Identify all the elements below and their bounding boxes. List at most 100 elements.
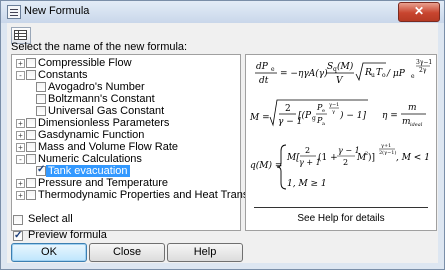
expand-icon[interactable]: + — [16, 143, 25, 152]
tree-item[interactable]: + Pressure and Temperature — [12, 177, 238, 189]
tree-item[interactable]: + Thermodynamic Properties and Heat Trans… — [12, 189, 261, 201]
tree-item[interactable]: Universal Gas Constant — [12, 105, 238, 117]
tree-item[interactable]: Avogadro's Number — [12, 81, 238, 93]
tree-item-checkbox[interactable] — [36, 82, 46, 92]
eq2-exp-den: γ — [332, 109, 335, 115]
tree-item[interactable]: - Constants — [12, 69, 238, 81]
tree-item-checkbox[interactable] — [26, 130, 36, 140]
tree-item-checkbox[interactable] — [26, 70, 36, 80]
expand-icon[interactable]: + — [16, 119, 25, 128]
eq2-paren-sub: g — [312, 115, 316, 122]
mach-number-equation: M = 2 γ − 1 [(P g P e P a γ−1 γ ) − 1] η… — [249, 99, 426, 128]
eq1-dp: dP — [256, 62, 269, 72]
help-button[interactable]: Help — [167, 243, 243, 262]
tree-item-label: Tank evacuation — [46, 165, 130, 177]
mass-flow-function-equation: q(M) = M[ 2 γ + 1 (1 + γ − 1 2 M 2 )] γ+… — [250, 143, 430, 190]
tree-item-checkbox[interactable] — [26, 142, 36, 152]
eq3-case1-b: (1 + — [318, 152, 338, 163]
eq1-exp-den: 2γ — [419, 67, 427, 74]
eq1-rhs: = −ηγA(γ) — [280, 68, 328, 79]
eq1-mu: / μP — [386, 69, 406, 79]
tree-item[interactable]: + Dimensionless Parameters — [12, 117, 238, 129]
tree-item-label: Avogadro's Number — [48, 81, 145, 93]
tree-item-label: Boltzmann's Constant — [48, 93, 155, 105]
tree-item[interactable]: Boltzmann's Constant — [12, 93, 238, 105]
eq2-eta-num: m — [408, 103, 417, 113]
window-title: New Formula — [24, 5, 90, 17]
grid-icon — [14, 30, 27, 40]
tree-item-label: Compressible Flow — [38, 57, 132, 69]
preview-formula-box[interactable] — [13, 229, 23, 242]
eq1-t-sub: o — [382, 72, 386, 79]
eq1-rt-sub: u — [371, 72, 375, 79]
eq3-case1-e: )] — [368, 152, 375, 163]
tree-item-label: Gasdynamic Function — [38, 129, 145, 141]
eq2-frac-den-sub: a — [322, 121, 325, 127]
tree-item[interactable]: + Compressible Flow — [12, 57, 238, 69]
tree-item[interactable]: + Mass and Volume Flow Rate — [12, 141, 238, 153]
tree-item-label: Dimensionless Parameters — [38, 117, 170, 129]
expand-icon[interactable]: + — [16, 59, 25, 68]
eq3-case1-cond: , M < 1 — [396, 153, 430, 163]
select-all-label: Select all — [28, 213, 73, 225]
title-bar: New Formula ✕ — [1, 1, 444, 23]
close-button[interactable]: Close — [89, 243, 165, 262]
tank-pressure-equation: dP e dt = −ηγA(γ) S q (M) V R u T o / μP — [255, 59, 432, 86]
new-formula-dialog: New Formula ✕ Select the name of the new… — [0, 0, 445, 270]
tree-item-checkbox[interactable] — [36, 106, 46, 116]
formula-preview-svg: dP e dt = −ηγA(γ) S q (M) V R u T o / μP — [249, 59, 432, 190]
tree-item-checkbox[interactable] — [26, 178, 36, 188]
eq2-lhs: M = — [249, 113, 270, 123]
eq1-m: (M) — [337, 61, 354, 72]
ok-button[interactable]: OK — [11, 243, 87, 262]
eq3-case1-num: 2 — [305, 146, 310, 155]
tree-item[interactable]: Tank evacuation — [12, 164, 238, 177]
tree-item[interactable]: + Gasdynamic Function — [12, 129, 238, 141]
tree-item-checkbox[interactable] — [36, 164, 46, 176]
eq2-exp-num: γ−1 — [329, 102, 339, 108]
tree-item-label: Pressure and Temperature — [38, 177, 169, 189]
eq2-frac-num-sub: e — [322, 108, 325, 114]
tree-item-label: Numeric Calculations — [38, 153, 142, 165]
formula-preview: dP e dt = −ηγA(γ) S q (M) V R u T o / μP — [245, 54, 437, 231]
tree-item-label: Constants — [38, 69, 88, 81]
tree-item-checkbox[interactable] — [26, 118, 36, 128]
formula-tree[interactable]: + Compressible Flow - Constants Avogadro's N… — [11, 54, 261, 231]
collapse-icon[interactable]: - — [16, 155, 25, 164]
preview-formula-label: Preview formula — [28, 229, 107, 241]
eq3-case1-exp-num: γ+1 — [381, 143, 391, 149]
tree-item[interactable]: - Numeric Calculations — [12, 153, 238, 165]
dialog-body: Select the name of the new formula: + Com… — [7, 23, 438, 263]
tree-item-checkbox[interactable] — [36, 94, 46, 104]
tree-item-label: Mass and Volume Flow Rate — [38, 141, 179, 153]
tree-item-checkbox[interactable] — [26, 58, 36, 68]
collapse-icon[interactable]: - — [16, 71, 25, 80]
expand-icon[interactable]: + — [16, 191, 25, 200]
preview-separator — [254, 207, 428, 208]
help-hint-text: See Help for details — [297, 213, 385, 224]
eq1-v: V — [336, 76, 344, 86]
eq3-case1-c-den: 2 — [343, 158, 348, 167]
tree-item-checkbox[interactable] — [26, 190, 36, 200]
select-formula-label: Select the name of the new formula: — [11, 41, 188, 53]
app-icon — [7, 5, 21, 19]
eq3-lhs: q(M) = — [250, 160, 282, 171]
eq2-eta-den-sub: ideal — [410, 122, 423, 128]
eq3-case1-exp-den: 2(γ−1) — [379, 149, 396, 156]
tree-item-label: Universal Gas Constant — [48, 105, 165, 117]
eq1-mu-sub: e — [411, 73, 415, 80]
eq1-exp-num: 3γ−1 — [416, 59, 432, 66]
expand-icon[interactable]: + — [16, 179, 25, 188]
eq2-eta-lhs: η = — [382, 111, 398, 121]
eq3-case2: 1, M ≥ 1 — [287, 179, 327, 189]
close-window-button[interactable]: ✕ — [398, 2, 440, 22]
expand-icon[interactable]: + — [16, 131, 25, 140]
tree-item-label: Thermodynamic Properties and Heat Transf… — [38, 189, 262, 201]
eq2-paren: [(P — [298, 110, 312, 121]
eq1-dp-sub: e — [271, 66, 275, 73]
select-all-box[interactable] — [13, 215, 23, 225]
eq2-tail: ) − 1] — [339, 110, 367, 121]
tree-item-checkbox[interactable] — [26, 154, 36, 164]
eq2-num: 2 — [285, 104, 291, 114]
eq1-dt: dt — [259, 76, 269, 86]
